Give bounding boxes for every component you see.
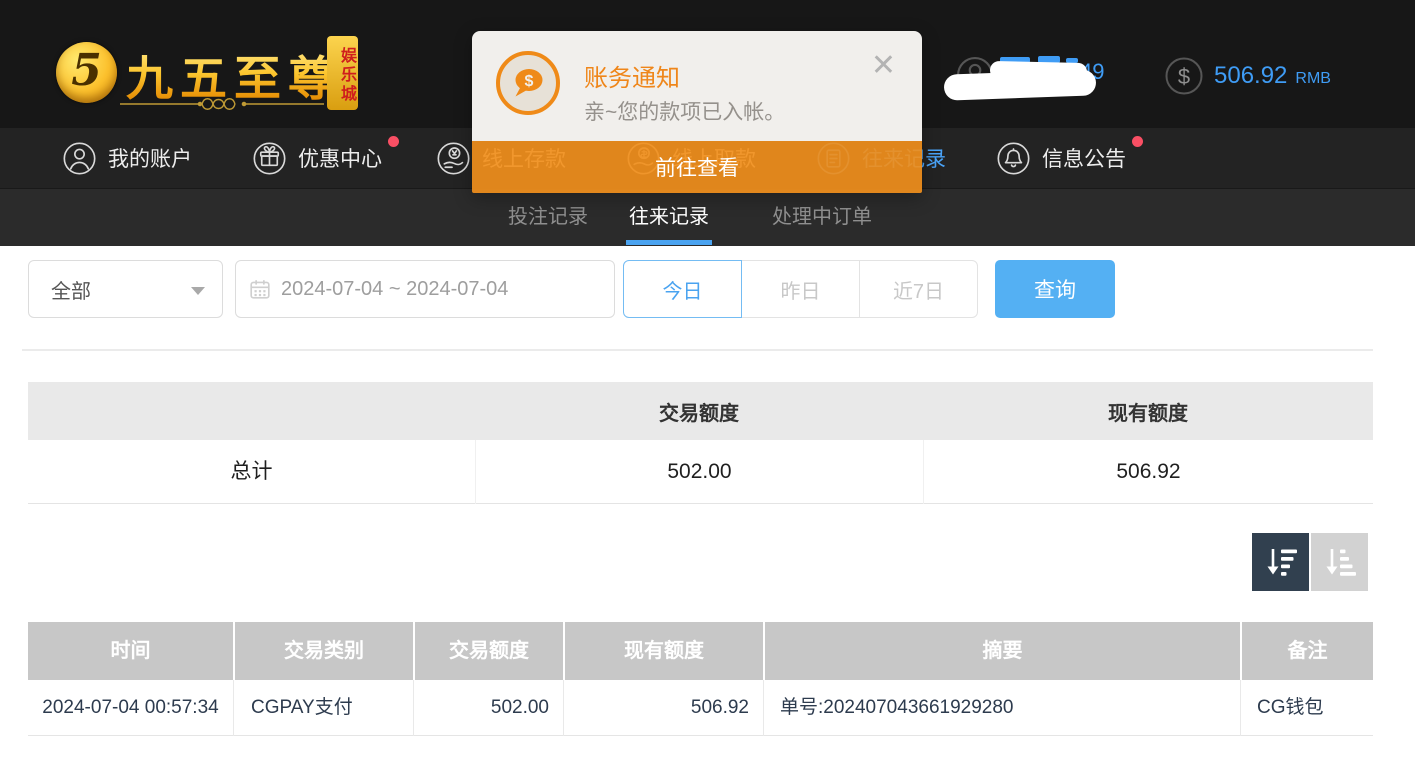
records-table: 时间 交易类别 交易额度 现有额度 摘要 备注 2024-07-04 00:57…	[28, 622, 1373, 736]
col-summary: 摘要	[763, 622, 1240, 680]
cell-current-balance: 506.92	[563, 680, 763, 736]
username-redacted: 49	[996, 56, 1126, 100]
nav-item-promotions[interactable]: 优惠中心	[252, 128, 382, 188]
nav-item-announcements[interactable]: 信息公告	[996, 128, 1126, 188]
close-icon[interactable]: ✕	[871, 51, 896, 81]
bell-icon	[996, 141, 1031, 176]
balance-display: $ 506.92 RMB	[1164, 56, 1331, 96]
gift-icon	[252, 141, 287, 176]
brand-logo-icon[interactable]: 5	[56, 42, 117, 103]
notification-badge: $	[496, 51, 560, 115]
sort-descending-button[interactable]	[1252, 533, 1309, 591]
quick-range-yesterday-button[interactable]: 昨日	[741, 260, 860, 318]
nav-label: 信息公告	[1042, 143, 1126, 173]
brand-badge: 娱乐城	[327, 36, 358, 110]
notification-view-button[interactable]: 前往查看	[472, 141, 922, 193]
cell-transaction-type: CGPAY支付	[233, 680, 413, 736]
notification-title: 账务通知	[584, 58, 680, 93]
nav-item-my-account[interactable]: 我的账户	[62, 128, 192, 188]
type-select[interactable]: 全部	[28, 260, 223, 318]
table-row: 2024-07-04 00:57:34 CGPAY支付 502.00 506.9…	[28, 680, 1373, 736]
chevron-down-icon	[191, 287, 205, 295]
cell-remark: CG钱包	[1240, 680, 1373, 736]
date-range-input[interactable]: 2024-07-04 ~ 2024-07-04	[235, 260, 615, 318]
svg-text:$: $	[1178, 64, 1190, 89]
logo-monogram: 5	[71, 49, 102, 93]
cell-summary: 单号:202407043661929280	[763, 680, 1240, 736]
summary-col-transaction-amount: 交易额度	[475, 397, 923, 426]
summary-total-label: 总计	[28, 440, 475, 504]
deposit-icon	[436, 141, 471, 176]
notification-message: 亲~您的款项已入帐。	[584, 96, 785, 126]
dollar-coin-icon: $	[1164, 56, 1204, 96]
balance-amount: 506.92	[1214, 62, 1287, 90]
col-remark: 备注	[1240, 622, 1373, 680]
type-select-value: 全部	[51, 275, 91, 304]
nav-label: 我的账户	[108, 143, 192, 173]
summary-table-header: 交易额度 现有额度	[28, 382, 1373, 440]
content-area: 全部 2024-07-04 ~ 2024-07-04 今日 昨日 近7日	[0, 246, 1415, 767]
sort-ascending-button[interactable]	[1311, 533, 1368, 591]
cell-time: 2024-07-04 00:57:34	[28, 680, 233, 736]
summary-table: 交易额度 现有额度 总计 502.00 506.92	[28, 382, 1373, 504]
tab-betting-records[interactable]: 投注记录	[508, 189, 588, 247]
user-icon	[62, 141, 97, 176]
search-button[interactable]: 查询	[995, 260, 1115, 318]
sort-descending-icon	[1261, 545, 1301, 579]
app-window: 5 九五至尊 娱乐城 49	[0, 0, 1415, 767]
record-tabs: 投注记录 往来记录 处理中订单	[0, 188, 1415, 246]
quick-range-today-button[interactable]: 今日	[623, 260, 742, 318]
cell-transaction-amount: 502.00	[413, 680, 563, 736]
brand-flourish-ornament	[116, 94, 328, 114]
quick-range-group: 今日 昨日 近7日	[623, 260, 978, 318]
notification-dialog: $ 账务通知 亲~您的款项已入帐。 ✕ 前往查看	[472, 31, 922, 193]
records-table-header: 时间 交易类别 交易额度 现有额度 摘要 备注	[28, 622, 1373, 680]
nav-label: 优惠中心	[298, 143, 382, 173]
svg-text:$: $	[525, 73, 534, 90]
section-divider	[22, 349, 1373, 351]
redaction-blob	[990, 61, 1087, 81]
col-current-balance: 现有额度	[563, 622, 763, 680]
col-transaction-amount: 交易额度	[413, 622, 563, 680]
col-time: 时间	[28, 622, 233, 680]
col-transaction-type: 交易类别	[233, 622, 413, 680]
tab-pending-orders[interactable]: 处理中订单	[772, 189, 872, 247]
notification-dot	[388, 136, 399, 147]
calendar-icon	[249, 278, 271, 300]
summary-total-row: 总计 502.00 506.92	[28, 440, 1373, 504]
summary-transaction-amount: 502.00	[475, 440, 923, 504]
tab-transaction-records[interactable]: 往来记录	[629, 189, 709, 247]
quick-range-7days-button[interactable]: 近7日	[859, 260, 978, 318]
notification-body: $ 账务通知 亲~您的款项已入帐。 ✕	[472, 31, 922, 141]
sort-ascending-icon	[1320, 545, 1360, 579]
summary-col-current-balance: 现有额度	[923, 397, 1373, 426]
date-range-value: 2024-07-04 ~ 2024-07-04	[281, 278, 508, 301]
notification-dot	[1132, 136, 1143, 147]
balance-currency: RMB	[1295, 70, 1331, 88]
summary-current-balance: 506.92	[923, 440, 1373, 504]
money-message-icon: $	[509, 65, 547, 101]
